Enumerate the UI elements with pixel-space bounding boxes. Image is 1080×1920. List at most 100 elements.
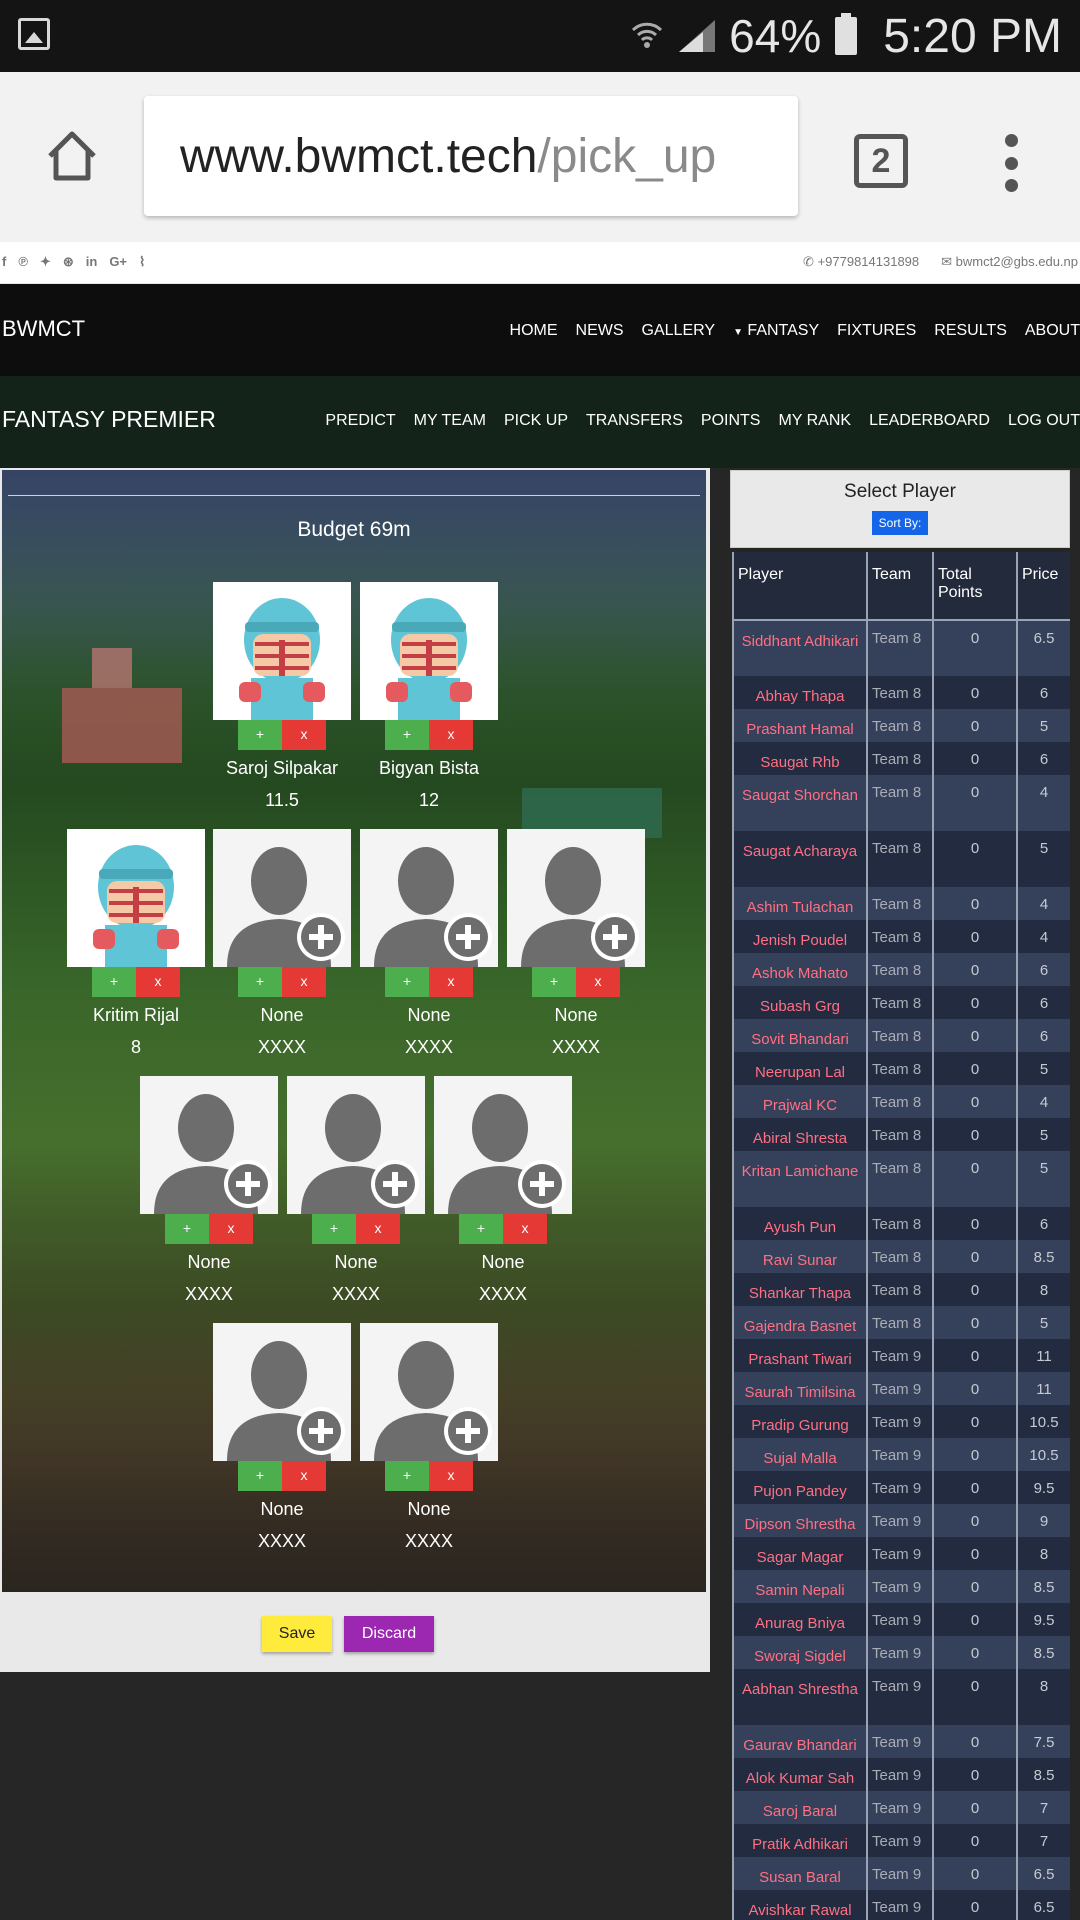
empty-player-avatar-icon[interactable] [213, 829, 351, 967]
player-row[interactable]: Kritan Lamichane Team 805 [732, 1151, 1070, 1207]
add-player-button[interactable]: + [385, 1459, 429, 1491]
player-row[interactable]: Gaurav Bhandari Team 9 0 7.5 [732, 1725, 1070, 1758]
remove-player-button[interactable]: x [282, 718, 326, 750]
nav-about[interactable]: ABOUT [1025, 322, 1080, 340]
player-row[interactable]: Alok Kumar Sah Team 9 0 8.5 [732, 1758, 1070, 1791]
add-player-button[interactable]: + [532, 965, 576, 997]
player-row[interactable]: Pujon Pandey Team 9 0 9.5 [732, 1471, 1070, 1504]
nav-fantasy[interactable]: ▼ FANTASY [733, 322, 819, 340]
player-row[interactable]: Ravi Sunar Team 8 0 8.5 [732, 1240, 1070, 1273]
player-row[interactable]: Sagar Magar Team 908 [732, 1537, 1070, 1570]
facebook-icon[interactable]: f [2, 254, 6, 270]
add-player-button[interactable]: + [92, 965, 136, 997]
remove-player-button[interactable]: x [503, 1212, 547, 1244]
player-name-cell[interactable]: Samin Nepali [732, 1570, 868, 1603]
rss-icon[interactable]: ⌇ [139, 254, 145, 270]
player-name-cell[interactable]: Abiral Shresta [732, 1118, 868, 1151]
nav-news[interactable]: NEWS [576, 322, 624, 340]
player-row[interactable]: Saugat Acharaya Team 805 [732, 831, 1070, 887]
column-player[interactable]: Player [732, 552, 868, 621]
remove-player-button[interactable]: x [429, 1459, 473, 1491]
overflow-menu-icon[interactable] [1000, 134, 1022, 192]
player-row[interactable]: Avishkar Rawal Team 9 0 6.5 [732, 1890, 1070, 1920]
subnav-predict[interactable]: PREDICT [325, 412, 395, 430]
pinterest-icon[interactable]: ℗ [18, 254, 28, 270]
player-name-cell[interactable]: Ashok Mahato [732, 953, 868, 986]
player-row[interactable]: Siddhant Adhikari Team 8 0 6.5 [732, 620, 1070, 676]
player-name-cell[interactable]: Susan Baral [732, 1857, 868, 1890]
player-name-cell[interactable]: Saugat Shorchan [732, 775, 868, 831]
player-name-cell[interactable]: Saugat Rhb [732, 742, 868, 775]
subnav-pick-up[interactable]: PICK UP [504, 412, 568, 430]
home-icon[interactable] [44, 128, 100, 184]
player-name-cell[interactable]: Aabhan Shrestha [732, 1669, 868, 1725]
empty-player-avatar-icon[interactable] [434, 1076, 572, 1214]
player-row[interactable]: Ayush Pun Team 806 [732, 1207, 1070, 1240]
player-row[interactable]: Jenish Poudel Team 804 [732, 920, 1070, 953]
add-player-button[interactable]: + [238, 1459, 282, 1491]
player-row[interactable]: Sworaj Sigdel Team 9 0 8.5 [732, 1636, 1070, 1669]
player-name-cell[interactable]: Prashant Hamal [732, 709, 868, 742]
column-team[interactable]: Team [866, 552, 934, 621]
player-name-cell[interactable]: Alok Kumar Sah [732, 1758, 868, 1791]
add-player-button[interactable]: + [238, 965, 282, 997]
fantasy-brand[interactable]: FANTASY PREMIER [2, 406, 216, 433]
player-name-cell[interactable]: Pujon Pandey [732, 1471, 868, 1504]
remove-player-button[interactable]: x [576, 965, 620, 997]
player-name-cell[interactable]: Saurah Timilsina [732, 1372, 868, 1405]
dribbble-icon[interactable]: ⊛ [63, 254, 74, 270]
player-name-cell[interactable]: Prashant Tiwari [732, 1339, 868, 1372]
tab-switcher-button[interactable]: 2 [854, 134, 908, 188]
player-row[interactable]: Aabhan Shrestha Team 908 [732, 1669, 1070, 1725]
player-row[interactable]: Gajendra Basnet Team 805 [732, 1306, 1070, 1339]
player-name-cell[interactable]: Anurag Bniya [732, 1603, 868, 1636]
player-row[interactable]: Saurah Timilsina Team 9 0 11 [732, 1372, 1070, 1405]
remove-player-button[interactable]: x [209, 1212, 253, 1244]
twitter-icon[interactable]: ✦ [40, 254, 51, 270]
player-name-cell[interactable]: Gajendra Basnet [732, 1306, 868, 1339]
nav-fixtures[interactable]: FIXTURES [837, 322, 916, 340]
linkedin-icon[interactable]: in [86, 254, 98, 270]
column-total-points[interactable]: Total Points [932, 552, 1018, 621]
player-name-cell[interactable]: Avishkar Rawal [732, 1890, 868, 1920]
player-name-cell[interactable]: Kritan Lamichane [732, 1151, 868, 1207]
remove-player-button[interactable]: x [429, 718, 473, 750]
player-name-cell[interactable]: Shankar Thapa [732, 1273, 868, 1306]
player-row[interactable]: Saugat Rhb Team 806 [732, 742, 1070, 775]
player-row[interactable]: Abiral Shresta Team 805 [732, 1118, 1070, 1151]
subnav-log-out[interactable]: LOG OUT [1008, 412, 1080, 430]
player-row[interactable]: Saroj Baral Team 907 [732, 1791, 1070, 1824]
discard-button[interactable]: Discard [344, 1616, 434, 1652]
player-name-cell[interactable]: Neerupan Lal [732, 1052, 868, 1085]
nav-gallery[interactable]: GALLERY [642, 322, 716, 340]
subnav-transfers[interactable]: TRANSFERS [586, 412, 683, 430]
player-row[interactable]: Pradip Gurung Team 9 0 10.5 [732, 1405, 1070, 1438]
add-player-button[interactable]: + [165, 1212, 209, 1244]
player-row[interactable]: Dipson Shrestha Team 909 [732, 1504, 1070, 1537]
cricketer-avatar-icon[interactable] [213, 582, 351, 720]
add-player-button[interactable]: + [385, 718, 429, 750]
empty-player-avatar-icon[interactable] [287, 1076, 425, 1214]
remove-player-button[interactable]: x [429, 965, 473, 997]
player-name-cell[interactable]: Sujal Malla [732, 1438, 868, 1471]
player-name-cell[interactable]: Prajwal KC [732, 1085, 868, 1118]
add-player-button[interactable]: + [385, 965, 429, 997]
player-row[interactable]: Prajwal KC Team 804 [732, 1085, 1070, 1118]
empty-player-avatar-icon[interactable] [507, 829, 645, 967]
player-row[interactable]: Samin Nepali Team 9 0 8.5 [732, 1570, 1070, 1603]
player-row[interactable]: Shankar Thapa Team 808 [732, 1273, 1070, 1306]
nav-home[interactable]: HOME [510, 322, 558, 340]
subnav-leaderboard[interactable]: LEADERBOARD [869, 412, 990, 430]
player-name-cell[interactable]: Sagar Magar [732, 1537, 868, 1570]
player-name-cell[interactable]: Subash Grg [732, 986, 868, 1019]
player-name-cell[interactable]: Sworaj Sigdel [732, 1636, 868, 1669]
player-row[interactable]: Prashant Hamal Team 805 [732, 709, 1070, 742]
empty-player-avatar-icon[interactable] [360, 829, 498, 967]
subnav-my-team[interactable]: MY TEAM [414, 412, 486, 430]
player-row[interactable]: Anurag Bniya Team 9 0 9.5 [732, 1603, 1070, 1636]
player-name-cell[interactable]: Abhay Thapa [732, 676, 868, 709]
add-player-button[interactable]: + [312, 1212, 356, 1244]
remove-player-button[interactable]: x [282, 965, 326, 997]
player-name-cell[interactable]: Siddhant Adhikari [732, 620, 868, 676]
save-button[interactable]: Save [262, 1616, 332, 1652]
